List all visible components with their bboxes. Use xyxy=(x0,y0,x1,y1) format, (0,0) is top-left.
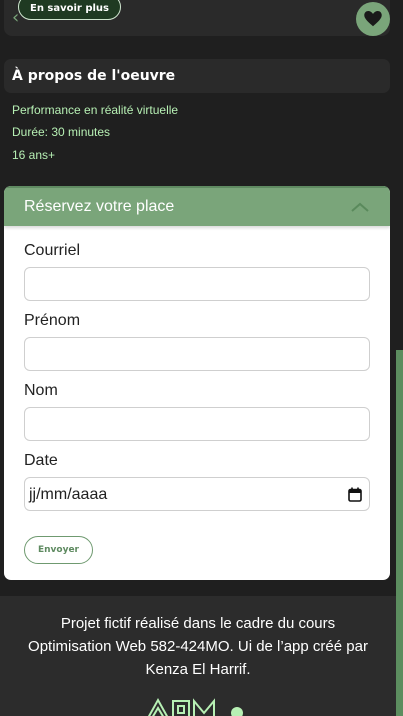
reservation-form-header[interactable]: Réservez votre place xyxy=(4,186,390,226)
firstname-field[interactable] xyxy=(24,337,370,371)
footer-line: Kenza El Harrif. xyxy=(145,661,251,678)
lastname-label: Nom xyxy=(24,382,58,399)
date-placeholder: jj/mm/aaaa xyxy=(29,486,108,503)
info-line-age: 16 ans+ xyxy=(12,148,56,162)
chevron-up-icon[interactable] xyxy=(350,201,370,213)
logo-icon xyxy=(147,697,243,716)
submit-button[interactable]: Envoyer xyxy=(24,536,93,564)
side-accent-strip xyxy=(396,350,403,716)
favorite-button[interactable] xyxy=(356,2,390,36)
footer-line: Projet fictif réalisé dans le cadre du c… xyxy=(60,615,336,632)
email-field[interactable] xyxy=(24,267,370,301)
about-header: À propos de l'oeuvre xyxy=(4,59,390,93)
artwork-card: ‹ En savoir plus xyxy=(4,0,390,36)
footer-credits: Projet fictif réalisé dans le cadre du c… xyxy=(0,612,396,681)
lastname-field[interactable] xyxy=(24,407,370,441)
firstname-label: Prénom xyxy=(24,312,81,329)
reservation-form-title: Réservez votre place xyxy=(24,198,175,215)
footer-line: Optimisation Web 582-424MO. Ui de l’app … xyxy=(28,638,368,655)
email-label: Courriel xyxy=(24,242,81,259)
calendar-icon[interactable] xyxy=(348,487,362,502)
heart-icon xyxy=(364,11,382,27)
info-line-type: Performance en réalité virtuelle xyxy=(12,103,179,117)
learn-more-button[interactable]: En savoir plus xyxy=(18,0,121,20)
info-line-duration: Durée: 30 minutes xyxy=(12,125,111,139)
about-title: À propos de l'oeuvre xyxy=(12,68,176,84)
date-label: Date xyxy=(24,452,58,469)
footer: Projet fictif réalisé dans le cadre du c… xyxy=(0,596,396,716)
date-field[interactable]: jj/mm/aaaa xyxy=(24,477,370,511)
reservation-form: Réservez votre place Courriel Prénom Nom… xyxy=(4,186,390,580)
